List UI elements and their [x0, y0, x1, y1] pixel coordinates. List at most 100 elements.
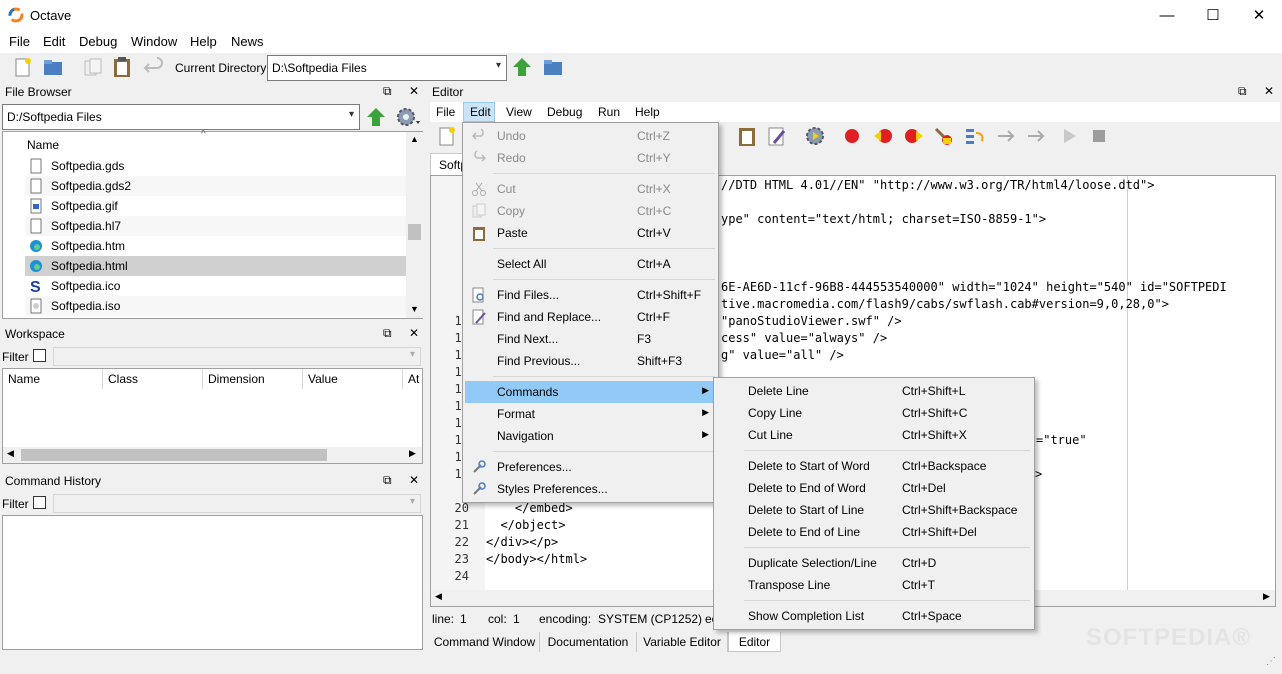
undock-icon[interactable]: ⧉: [1238, 84, 1247, 99]
settings-gear-icon[interactable]: [394, 105, 422, 129]
close-icon[interactable]: ✕: [409, 473, 419, 487]
minimize-button[interactable]: —: [1144, 0, 1190, 31]
commands-menu-item[interactable]: Delete to Start of Word Ctrl+Backspace: [716, 455, 1032, 477]
edit-menu-item[interactable]: Find Files... Ctrl+Shift+F: [465, 284, 717, 306]
edit-menu-item[interactable]: Find and Replace... Ctrl+F: [465, 306, 717, 328]
undo-icon[interactable]: [143, 56, 165, 78]
scroll-left-icon[interactable]: ◀: [435, 591, 442, 602]
tab-documentation[interactable]: Documentation: [540, 632, 637, 652]
scroll-thumb[interactable]: [408, 224, 421, 240]
open-folder-icon[interactable]: [42, 56, 64, 78]
file-item[interactable]: Softpedia.hl7: [25, 216, 407, 236]
edit-menu-item[interactable]: Preferences...: [465, 456, 717, 478]
file-item[interactable]: Softpedia.iso: [25, 296, 407, 316]
edit-menu-item[interactable]: Find Previous... Shift+F3: [465, 350, 717, 372]
undock-icon[interactable]: ⧉: [383, 84, 392, 99]
editor-menu-help[interactable]: Help: [635, 105, 660, 119]
menu-window[interactable]: Window: [131, 34, 177, 49]
commands-menu-item[interactable]: Copy Line Ctrl+Shift+C: [716, 402, 1032, 424]
editor-menu-view[interactable]: View: [506, 105, 532, 119]
scroll-right-icon[interactable]: ▶: [409, 448, 416, 459]
next-breakpoint-icon[interactable]: [903, 125, 925, 147]
editor-menu-run[interactable]: Run: [598, 105, 620, 119]
workspace-filter-combo[interactable]: ▾: [53, 347, 421, 366]
file-item[interactable]: Softpedia.gds2: [25, 176, 407, 196]
column-header-value[interactable]: Value: [303, 369, 403, 389]
editor-menu-file[interactable]: File: [436, 105, 455, 119]
undock-icon[interactable]: ⧉: [383, 326, 392, 341]
step-out-icon[interactable]: [1026, 125, 1048, 147]
file-item[interactable]: Softpedia.htm: [25, 236, 407, 256]
commands-menu-item[interactable]: Delete to Start of Line Ctrl+Shift+Backsp…: [716, 499, 1032, 521]
resize-grip-icon[interactable]: ⋰: [1266, 656, 1276, 667]
paste-icon[interactable]: [111, 56, 133, 78]
edit-menu-item[interactable]: Commands ▶: [465, 381, 717, 403]
edit-menu-item[interactable]: Paste Ctrl+V: [465, 222, 717, 244]
commands-menu-item[interactable]: Transpose Line Ctrl+T: [716, 574, 1032, 596]
edit-menu-item[interactable]: Format ▶: [465, 403, 717, 425]
file-item[interactable]: Softpedia.gds: [25, 156, 407, 176]
scroll-thumb[interactable]: [21, 449, 327, 461]
copy-icon[interactable]: [82, 56, 104, 78]
scroll-up-icon[interactable]: ▲: [410, 134, 419, 144]
commands-menu-item[interactable]: Delete to End of Word Ctrl+Del: [716, 477, 1032, 499]
column-header-name[interactable]: Name: [27, 138, 59, 152]
tab-editor[interactable]: Editor: [728, 632, 781, 652]
toggle-breakpoint-icon[interactable]: [841, 125, 863, 147]
find-replace-icon[interactable]: [766, 125, 788, 147]
column-header-class[interactable]: Class: [103, 369, 203, 389]
menu-news[interactable]: News: [231, 34, 264, 49]
file-list-scrollbar[interactable]: ▲ ▼: [406, 132, 423, 318]
run-settings-gear-icon[interactable]: [804, 125, 826, 147]
column-header-attribute[interactable]: At: [403, 369, 423, 389]
close-button[interactable]: ✕: [1236, 0, 1282, 31]
command-history-list[interactable]: [2, 515, 423, 650]
commands-menu-item[interactable]: Delete Line Ctrl+Shift+L: [716, 380, 1032, 402]
file-browser-path-combo[interactable]: D:/Softpedia Files ▾: [2, 104, 360, 130]
edit-menu-item[interactable]: Styles Preferences...: [465, 478, 717, 500]
scroll-down-icon[interactable]: ▼: [410, 304, 419, 314]
tab-variable-editor[interactable]: Variable Editor: [637, 632, 728, 652]
workspace-hscrollbar[interactable]: ◀ ▶: [3, 447, 422, 463]
up-directory-icon[interactable]: [511, 56, 533, 78]
workspace-filter-checkbox[interactable]: [33, 349, 46, 362]
scroll-right-icon[interactable]: ▶: [1263, 591, 1270, 602]
file-item[interactable]: S Softpedia.ico: [25, 276, 407, 296]
paste-icon[interactable]: [736, 125, 758, 147]
tab-command-window[interactable]: Command Window: [430, 632, 540, 652]
column-header-name[interactable]: Name: [3, 369, 103, 389]
menu-debug[interactable]: Debug: [79, 34, 117, 49]
file-item[interactable]: Softpedia.gif: [25, 196, 407, 216]
command-history-filter-combo[interactable]: ▾: [53, 494, 421, 513]
edit-menu-item[interactable]: Select All Ctrl+A: [465, 253, 717, 275]
command-history-filter-checkbox[interactable]: [33, 496, 46, 509]
menu-file[interactable]: File: [9, 34, 30, 49]
file-item[interactable]: Softpedia.html: [25, 256, 407, 276]
close-icon[interactable]: ✕: [1264, 84, 1274, 98]
edit-menu-item[interactable]: Find Next... F3: [465, 328, 717, 350]
editor-menu-debug[interactable]: Debug: [547, 105, 582, 119]
edit-menu-item[interactable]: Navigation ▶: [465, 425, 717, 447]
menu-edit[interactable]: Edit: [43, 34, 65, 49]
undock-icon[interactable]: ⧉: [383, 473, 392, 488]
commands-menu-item[interactable]: Delete to End of Line Ctrl+Shift+Del: [716, 521, 1032, 543]
step-in-icon[interactable]: [996, 125, 1018, 147]
step-over-icon[interactable]: [964, 125, 986, 147]
close-icon[interactable]: ✕: [409, 326, 419, 340]
editor-menu-edit[interactable]: Edit: [470, 105, 491, 119]
maximize-button[interactable]: ☐: [1190, 0, 1236, 31]
browse-folder-icon[interactable]: [542, 56, 564, 78]
column-header-dimension[interactable]: Dimension: [203, 369, 303, 389]
commands-menu-item[interactable]: Cut Line Ctrl+Shift+X: [716, 424, 1032, 446]
new-script-icon[interactable]: [436, 125, 458, 147]
scroll-left-icon[interactable]: ◀: [7, 448, 14, 459]
parent-directory-icon[interactable]: [365, 106, 387, 128]
commands-menu-item[interactable]: Show Completion List Ctrl+Space: [716, 605, 1032, 627]
continue-icon[interactable]: [1058, 125, 1080, 147]
previous-breakpoint-icon[interactable]: [872, 125, 894, 147]
commands-menu-item[interactable]: Duplicate Selection/Line Ctrl+D: [716, 552, 1032, 574]
new-script-icon[interactable]: [12, 56, 34, 78]
current-directory-combo[interactable]: D:\Softpedia Files ▾: [267, 55, 507, 81]
remove-breakpoints-icon[interactable]: [932, 125, 954, 147]
stop-debug-icon[interactable]: [1088, 125, 1110, 147]
